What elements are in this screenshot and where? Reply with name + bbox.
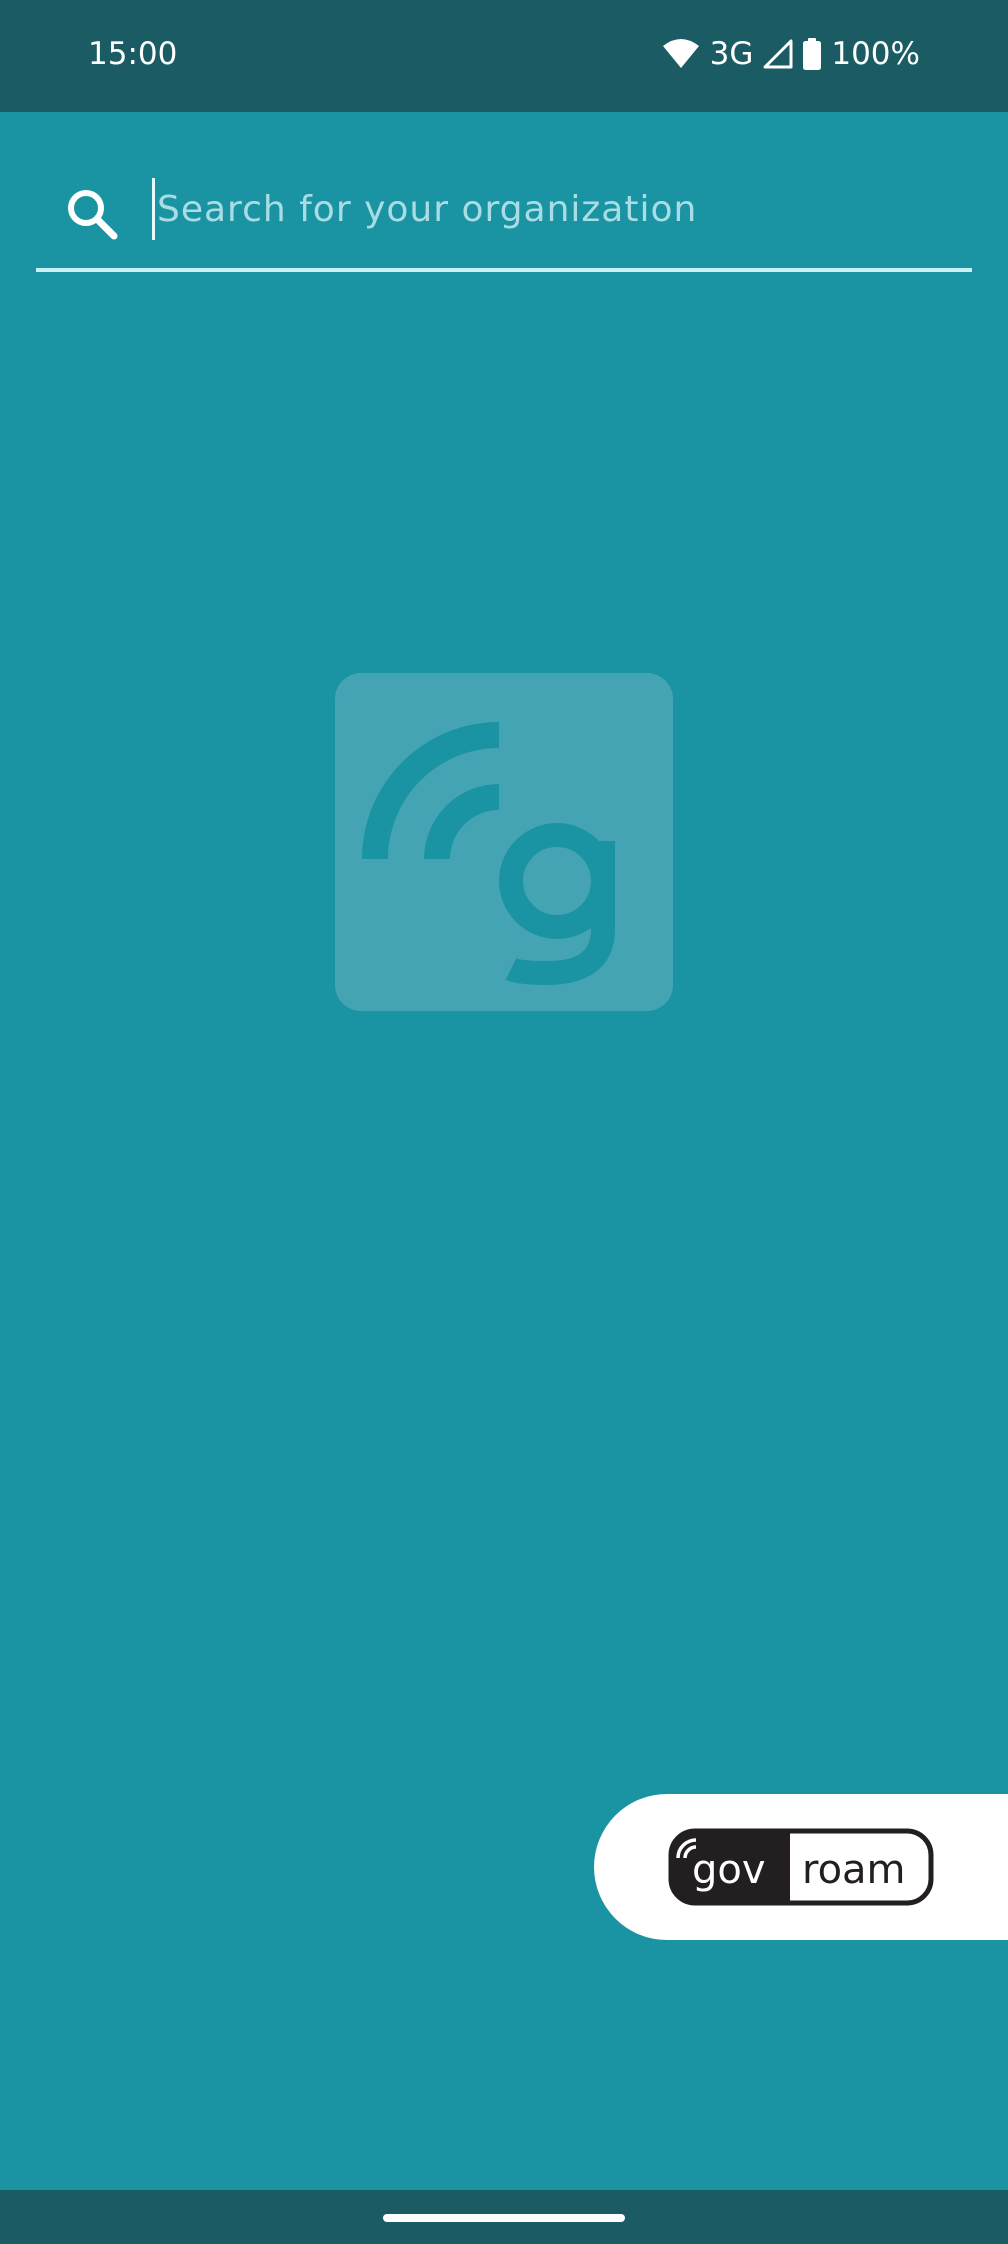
- battery-level: 100%: [831, 36, 920, 72]
- battery-icon: [803, 38, 822, 70]
- search-icon: [62, 184, 122, 244]
- brand-badge: gov roam: [594, 1794, 1008, 1940]
- navigation-bar: [0, 2190, 1008, 2244]
- home-indicator[interactable]: [383, 2214, 625, 2222]
- status-bar: 15:00 3G 100%: [0, 0, 1008, 112]
- govroam-watermark-logo: [335, 673, 673, 1011]
- govroam-logo: gov roam: [668, 1828, 934, 1906]
- search-input[interactable]: [152, 178, 959, 240]
- search-bar[interactable]: [36, 160, 972, 272]
- network-type: 3G: [709, 36, 754, 72]
- signal-icon: [763, 39, 793, 69]
- svg-text:roam: roam: [802, 1847, 906, 1893]
- wifi-icon: [662, 39, 700, 69]
- svg-text:gov: gov: [692, 1847, 766, 1893]
- status-time: 15:00: [88, 36, 178, 72]
- status-icons: 3G 100%: [662, 34, 920, 74]
